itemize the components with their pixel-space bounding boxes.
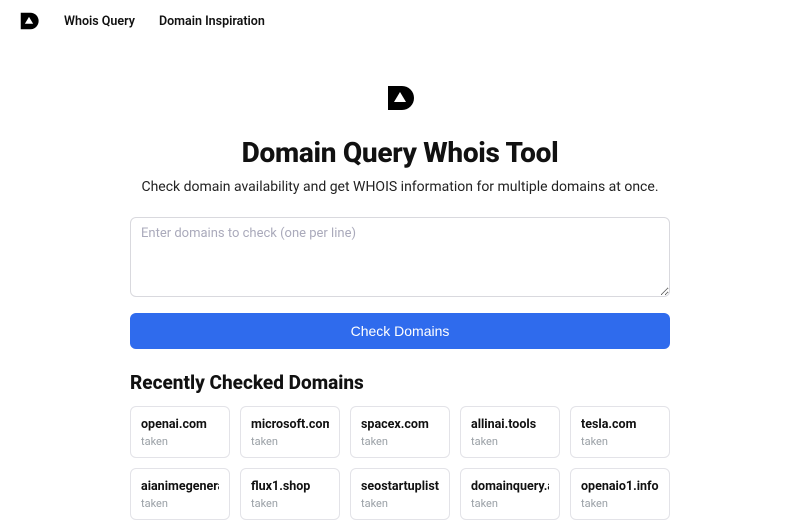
recent-domain-name: openai.com	[141, 417, 219, 432]
recent-grid: openai.comtakenmicrosoft.comtakenspacex.…	[130, 406, 670, 520]
nav-link-whois[interactable]: Whois Query	[64, 14, 135, 29]
recent-domain-card[interactable]: aianimegenerator.art taken	[130, 468, 230, 520]
hero: Domain Query Whois Tool Check domain ava…	[0, 82, 800, 195]
recent-domain-status: taken	[141, 435, 219, 448]
recent-domain-card[interactable]: domainquery.app taken	[460, 468, 560, 520]
recent-domain-status: taken	[361, 497, 439, 510]
recent-domain-card[interactable]: tesla.com taken	[570, 406, 670, 458]
recent-domain-name: flux1.shop	[251, 479, 329, 494]
recent-domain-card[interactable]: microsoft.com taken	[240, 406, 340, 458]
nav-link-inspiration[interactable]: Domain Inspiration	[159, 14, 265, 29]
recent-heading: Recently Checked Domains	[130, 371, 670, 394]
page-title: Domain Query Whois Tool	[0, 136, 800, 169]
recent-domain-name: openaio1.info	[581, 479, 659, 494]
main-column: Check Domains Recently Checked Domains o…	[130, 217, 670, 520]
recent-domain-status: taken	[251, 497, 329, 510]
recent-domain-name: allinai.tools	[471, 417, 549, 432]
page-subtitle: Check domain availability and get WHOIS …	[0, 179, 800, 195]
domains-input[interactable]	[130, 217, 670, 297]
recent-domain-card[interactable]: openaio1.info taken	[570, 468, 670, 520]
recent-domain-card[interactable]: allinai.tools taken	[460, 406, 560, 458]
recent-domain-status: taken	[361, 435, 439, 448]
top-nav: Whois Query Domain Inspiration	[0, 0, 800, 42]
recent-domain-status: taken	[471, 497, 549, 510]
recent-domain-status: taken	[581, 435, 659, 448]
recent-domain-status: taken	[581, 497, 659, 510]
brand-logo-icon[interactable]	[18, 10, 40, 32]
recent-domain-name: microsoft.com	[251, 417, 329, 432]
recent-domain-name: domainquery.app	[471, 479, 549, 494]
recent-domain-card[interactable]: openai.com taken	[130, 406, 230, 458]
recent-domain-name: spacex.com	[361, 417, 439, 432]
recent-domain-name: seostartuplist.com	[361, 479, 439, 494]
recent-domain-status: taken	[141, 497, 219, 510]
recent-domain-card[interactable]: spacex.com taken	[350, 406, 450, 458]
check-domains-button[interactable]: Check Domains	[130, 313, 670, 349]
recent-domain-status: taken	[251, 435, 329, 448]
recent-domain-card[interactable]: seostartuplist.com taken	[350, 468, 450, 520]
recent-domain-name: tesla.com	[581, 417, 659, 432]
brand-logo-icon	[384, 82, 416, 118]
recent-domain-status: taken	[471, 435, 549, 448]
recent-domain-name: aianimegenerator.art	[141, 479, 219, 494]
recent-domain-card[interactable]: flux1.shop taken	[240, 468, 340, 520]
